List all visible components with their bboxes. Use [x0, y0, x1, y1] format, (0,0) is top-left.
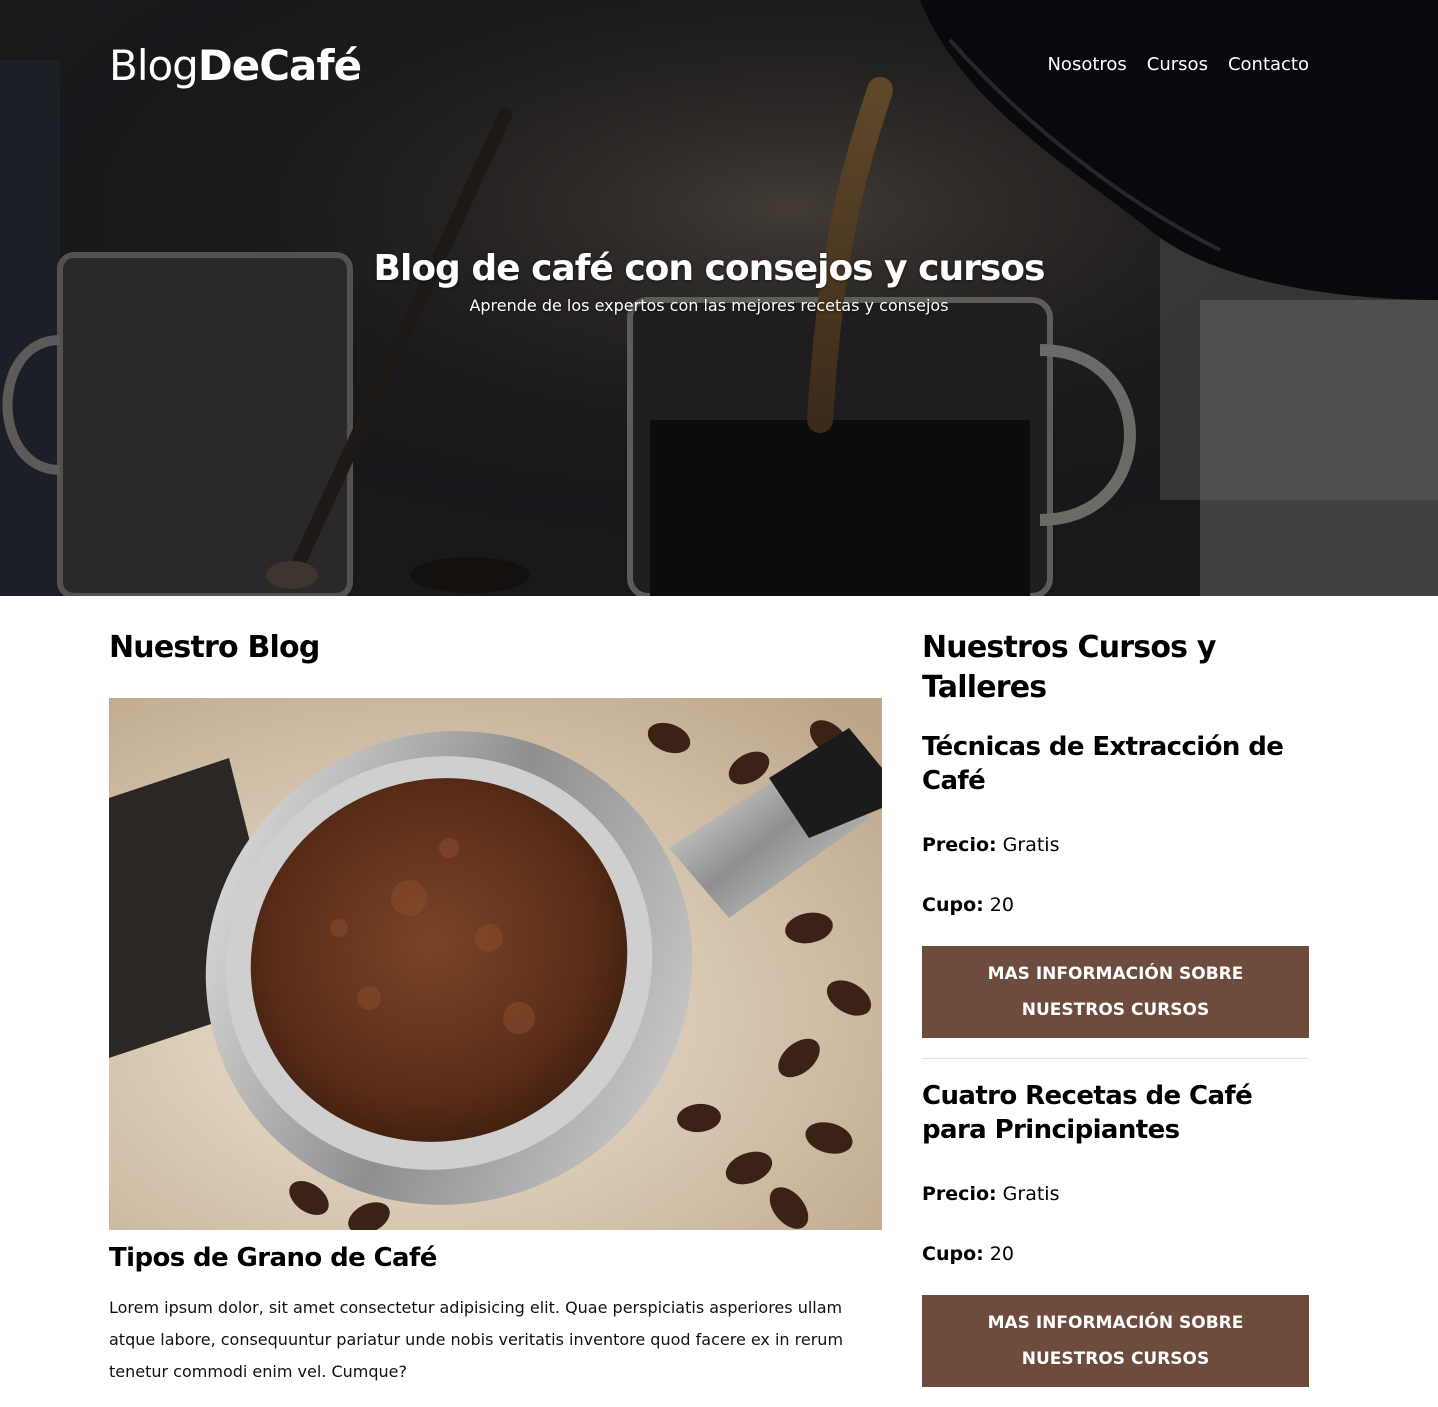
- nav-link-contacto[interactable]: Contacto: [1228, 52, 1309, 78]
- courses-section: Nuestros Cursos y Talleres Técnicas de E…: [922, 596, 1309, 1407]
- blog-section-title: Nuestro Blog: [109, 630, 320, 665]
- main-nav: Nosotros Cursos Contacto: [1047, 52, 1309, 78]
- portafilter-coffee-image: [109, 698, 882, 1230]
- course-info-button[interactable]: MAS INFORMACIÓN SOBRE NUESTROS CURSOS: [922, 946, 1309, 1038]
- logo-text-light: Blog: [109, 41, 199, 90]
- course-title: Técnicas de Extracción de Café: [922, 732, 1284, 796]
- course-card: Cuatro Recetas de Café para Principiante…: [922, 1058, 1309, 1407]
- nav-link-cursos[interactable]: Cursos: [1147, 52, 1208, 78]
- course-price-value: Gratis: [1002, 1183, 1060, 1205]
- blog-section: Nuestro Blog Tipos de Grano de Café Lore…: [109, 596, 882, 1388]
- course-price-label: Precio:: [922, 834, 997, 856]
- blog-post-excerpt: Lorem ipsum dolor, sit amet consectetur …: [109, 1298, 844, 1381]
- course-quota-label: Cupo:: [922, 1243, 984, 1265]
- course-quota-value: 20: [989, 894, 1014, 916]
- course-price-value: Gratis: [1002, 834, 1060, 856]
- blog-post: Tipos de Grano de Café Lorem ipsum dolor…: [109, 698, 882, 1388]
- course-price: Precio: Gratis: [922, 832, 1309, 858]
- hero-text: Blog de café con consejos y cursos Apren…: [0, 244, 1418, 318]
- course-price-label: Precio:: [922, 1183, 997, 1205]
- hero-subtitle: Aprende de los expertos con las mejores …: [469, 296, 949, 315]
- courses-section-title: Nuestros Cursos y Talleres: [922, 630, 1216, 705]
- course-quota-value: 20: [989, 1243, 1014, 1265]
- course-quota-label: Cupo:: [922, 894, 984, 916]
- blog-post-title[interactable]: Tipos de Grano de Café: [109, 1240, 882, 1276]
- nav-link-nosotros[interactable]: Nosotros: [1047, 52, 1126, 78]
- course-info-button[interactable]: MAS INFORMACIÓN SOBRE NUESTROS CURSOS: [922, 1295, 1309, 1387]
- hero-title: Blog de café con consejos y cursos: [373, 248, 1046, 289]
- course-card: Técnicas de Extracción de Café Precio: G…: [922, 730, 1309, 1058]
- blog-post-image[interactable]: [109, 698, 882, 1230]
- course-price: Precio: Gratis: [922, 1181, 1309, 1207]
- course-quota: Cupo: 20: [922, 892, 1309, 918]
- course-title: Cuatro Recetas de Café para Principiante…: [922, 1081, 1253, 1145]
- hero-banner: BlogDeCafé Nosotros Cursos Contacto Blog…: [0, 0, 1438, 596]
- logo-text-bold: DeCafé: [197, 41, 362, 90]
- main-content: Nuestro Blog Tipos de Grano de Café Lore…: [0, 596, 1438, 1392]
- site-logo[interactable]: BlogDeCafé: [109, 38, 362, 94]
- site-header: BlogDeCafé Nosotros Cursos Contacto: [0, 0, 1438, 130]
- course-quota: Cupo: 20: [922, 1241, 1309, 1267]
